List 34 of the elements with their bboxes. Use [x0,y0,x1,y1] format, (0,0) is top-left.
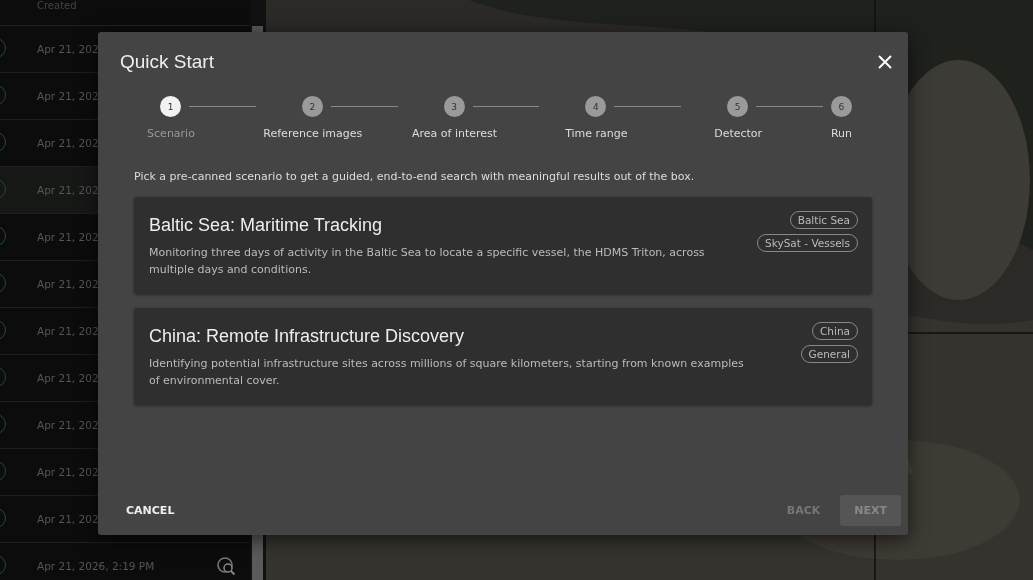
card-description: Identifying potential infrastructure sites across millions of square kilometers, starting from known examples of environmental cover. [149,356,745,389]
dialog-title: Quick Start [120,51,214,73]
scenario-card[interactable]: China: Remote Infrastructure Discovery Identifying potential infrastructure sites across millions of square kilometers, starting from known examples of environmental cover. China General [134,308,872,405]
date-text: Apr 21, 202 [37,184,99,196]
step-number[interactable]: 2 [301,96,323,117]
card-title: Baltic Sea: Maritime Tracking [149,215,384,236]
date-text: Apr 21, 2026, 2:19 PM [37,560,155,572]
date-text: Apr 21, 202 [37,231,99,243]
step-label: Scenario [146,127,196,140]
step-label: Area of interest [411,127,499,140]
step-label: Detector [713,127,764,140]
date-text: Apr 21, 202 [37,372,99,384]
date-text: Apr 21, 202 [37,90,99,102]
date-text: Apr 21, 202 [37,513,99,525]
date-text: Apr 21, 202 [37,137,99,149]
step-number[interactable]: 6 [830,96,852,117]
intro-text: Pick a pre-canned scenario to get a guided, end-to-end search with meaningful results out of the box. [134,170,696,183]
date-text: Apr 21, 202 [37,278,99,290]
step-label: Time range [564,127,629,140]
step-number[interactable]: 4 [585,96,607,117]
step-number[interactable]: 3 [443,96,465,117]
date-text: Apr 21, 202 [37,419,99,431]
search-icon[interactable] [216,556,236,576]
date-text: Apr 21, 202 [37,43,99,55]
card-description: Monitoring three days of activity in the Baltic Sea to locate a specific vessel, the HDMS Triton, across multiple days and conditions. [149,245,706,278]
step-number[interactable]: 1 [160,96,181,117]
card-title: China: Remote Infrastructure Discovery [149,326,466,347]
date-text: Apr 21, 202 [37,325,99,337]
text-button[interactable]: CANCEL [112,495,189,526]
step-label: Run [830,127,852,140]
scenario-card[interactable]: Baltic Sea: Maritime Tracking Monitoring three days of activity in the Baltic Sea to locate a specific vessel, the HDMS Triton, across multiple days and conditions. Baltic Sea SkySat - Vessels [134,197,872,294]
date-text: Apr 21, 202 [37,466,99,478]
step-label: Reference images [262,127,364,140]
step-number[interactable]: 5 [727,96,749,117]
